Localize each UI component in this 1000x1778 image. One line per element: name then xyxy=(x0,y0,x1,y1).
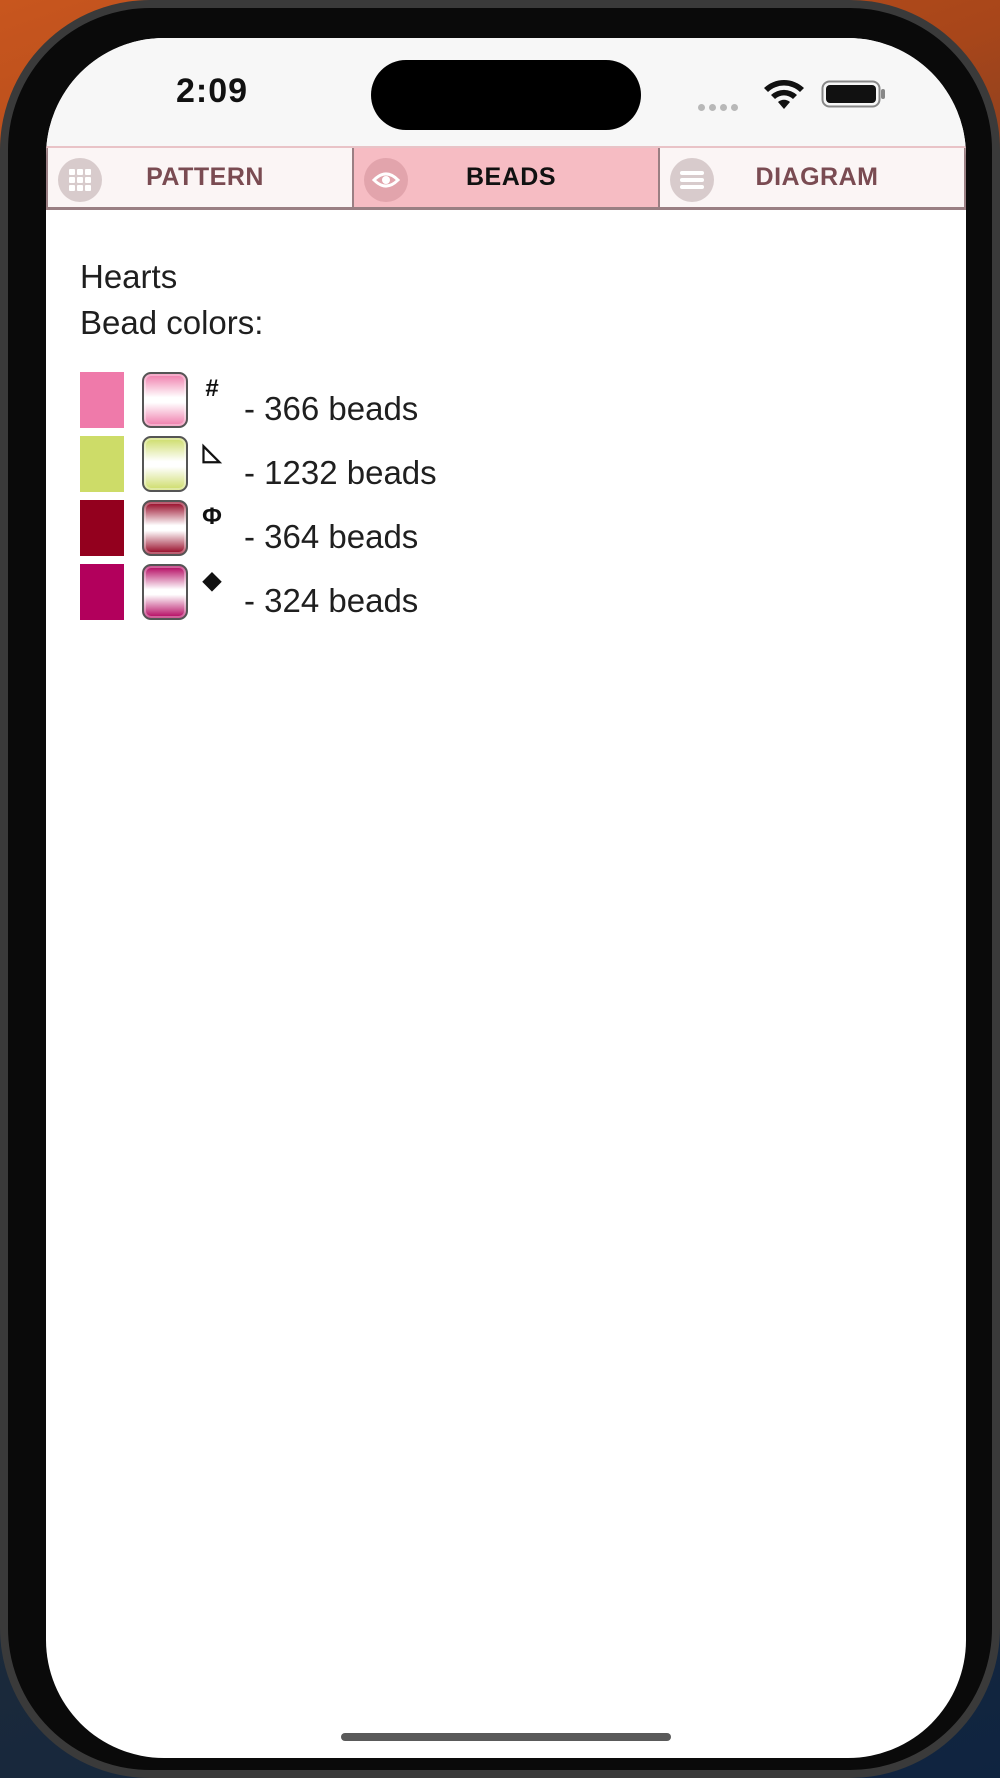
bead-colors-heading: Bead colors: xyxy=(80,304,264,341)
bead-symbol: ◆ xyxy=(202,567,222,594)
phone-frame: 2:09 PATTERN BEADS DIAGRAM Hearts Bead c… xyxy=(0,0,1000,1778)
status-time: 2:09 xyxy=(176,72,249,110)
bead-preview-icon xyxy=(142,372,188,428)
list-icon xyxy=(670,158,714,202)
bead-symbol: ◺ xyxy=(202,439,222,466)
bead-symbol: Φ xyxy=(202,503,222,530)
tab-diagram[interactable]: DIAGRAM xyxy=(658,148,966,207)
color-swatch xyxy=(80,500,124,556)
bead-preview-icon xyxy=(142,500,188,556)
dynamic-island xyxy=(371,60,641,130)
bead-count: - 364 beads xyxy=(244,518,419,555)
beads-content: Hearts Bead colors: # - 366 beads ◺ - 12… xyxy=(80,254,940,628)
grid-icon xyxy=(58,158,102,202)
bead-preview-icon xyxy=(142,436,188,492)
wifi-icon xyxy=(764,80,804,109)
eye-icon xyxy=(364,158,408,202)
tab-pattern[interactable]: PATTERN xyxy=(46,148,352,207)
home-indicator[interactable] xyxy=(341,1733,671,1741)
bead-color-list: # - 366 beads ◺ - 1232 beads Φ - 364 bea… xyxy=(80,372,940,628)
color-swatch xyxy=(80,436,124,492)
tab-label: PATTERN xyxy=(146,163,264,191)
phone-screen: 2:09 PATTERN BEADS DIAGRAM Hearts Bead c… xyxy=(46,38,966,1758)
tab-beads[interactable]: BEADS xyxy=(352,148,658,207)
bead-color-row: Φ - 364 beads xyxy=(80,500,940,564)
bead-preview-icon xyxy=(142,564,188,620)
status-bar: 2:09 xyxy=(46,38,966,146)
color-swatch xyxy=(80,372,124,428)
bead-count: - 1232 beads xyxy=(244,454,437,491)
bead-color-row: ◺ - 1232 beads xyxy=(80,436,940,500)
bead-count: - 366 beads xyxy=(244,390,419,427)
bead-count: - 324 beads xyxy=(244,582,419,619)
color-swatch xyxy=(80,564,124,620)
bead-color-row: # - 366 beads xyxy=(80,372,940,436)
tab-label: DIAGRAM xyxy=(755,163,879,191)
bead-symbol: # xyxy=(205,375,219,402)
tab-bar: PATTERN BEADS DIAGRAM xyxy=(46,146,966,210)
bead-color-row: ◆ - 324 beads xyxy=(80,564,940,628)
tab-label: BEADS xyxy=(465,163,556,191)
battery-icon xyxy=(821,80,885,108)
signal-dots-icon xyxy=(698,98,748,111)
pattern-name: Hearts xyxy=(80,258,178,295)
